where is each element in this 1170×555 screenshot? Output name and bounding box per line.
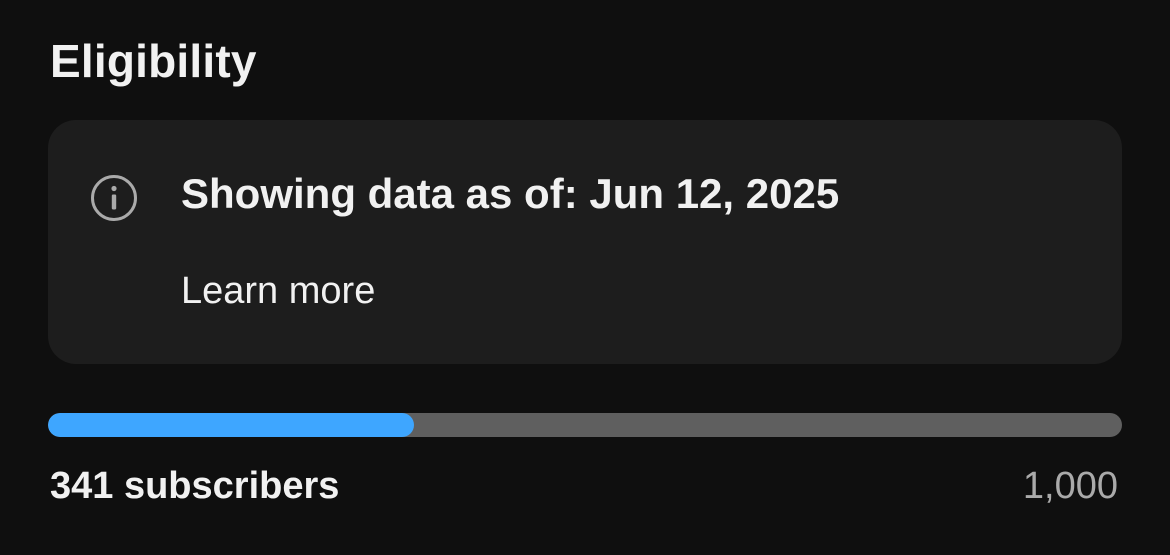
subscriber-count: 341 subscribers — [50, 465, 340, 507]
data-date-notice: Showing data as of: Jun 12, 2025 — [181, 170, 840, 217]
subscriber-goal: 1,000 — [1022, 465, 1118, 507]
learn-more-link[interactable]: Learn more — [181, 270, 375, 313]
subscriber-progress-bar — [48, 413, 1122, 437]
subscriber-progress-fill — [48, 413, 415, 437]
info-icon — [91, 175, 137, 221]
info-card: Showing data as of: Jun 12, 2025 Learn m… — [48, 120, 1122, 364]
section-title: Eligibility — [50, 35, 257, 87]
